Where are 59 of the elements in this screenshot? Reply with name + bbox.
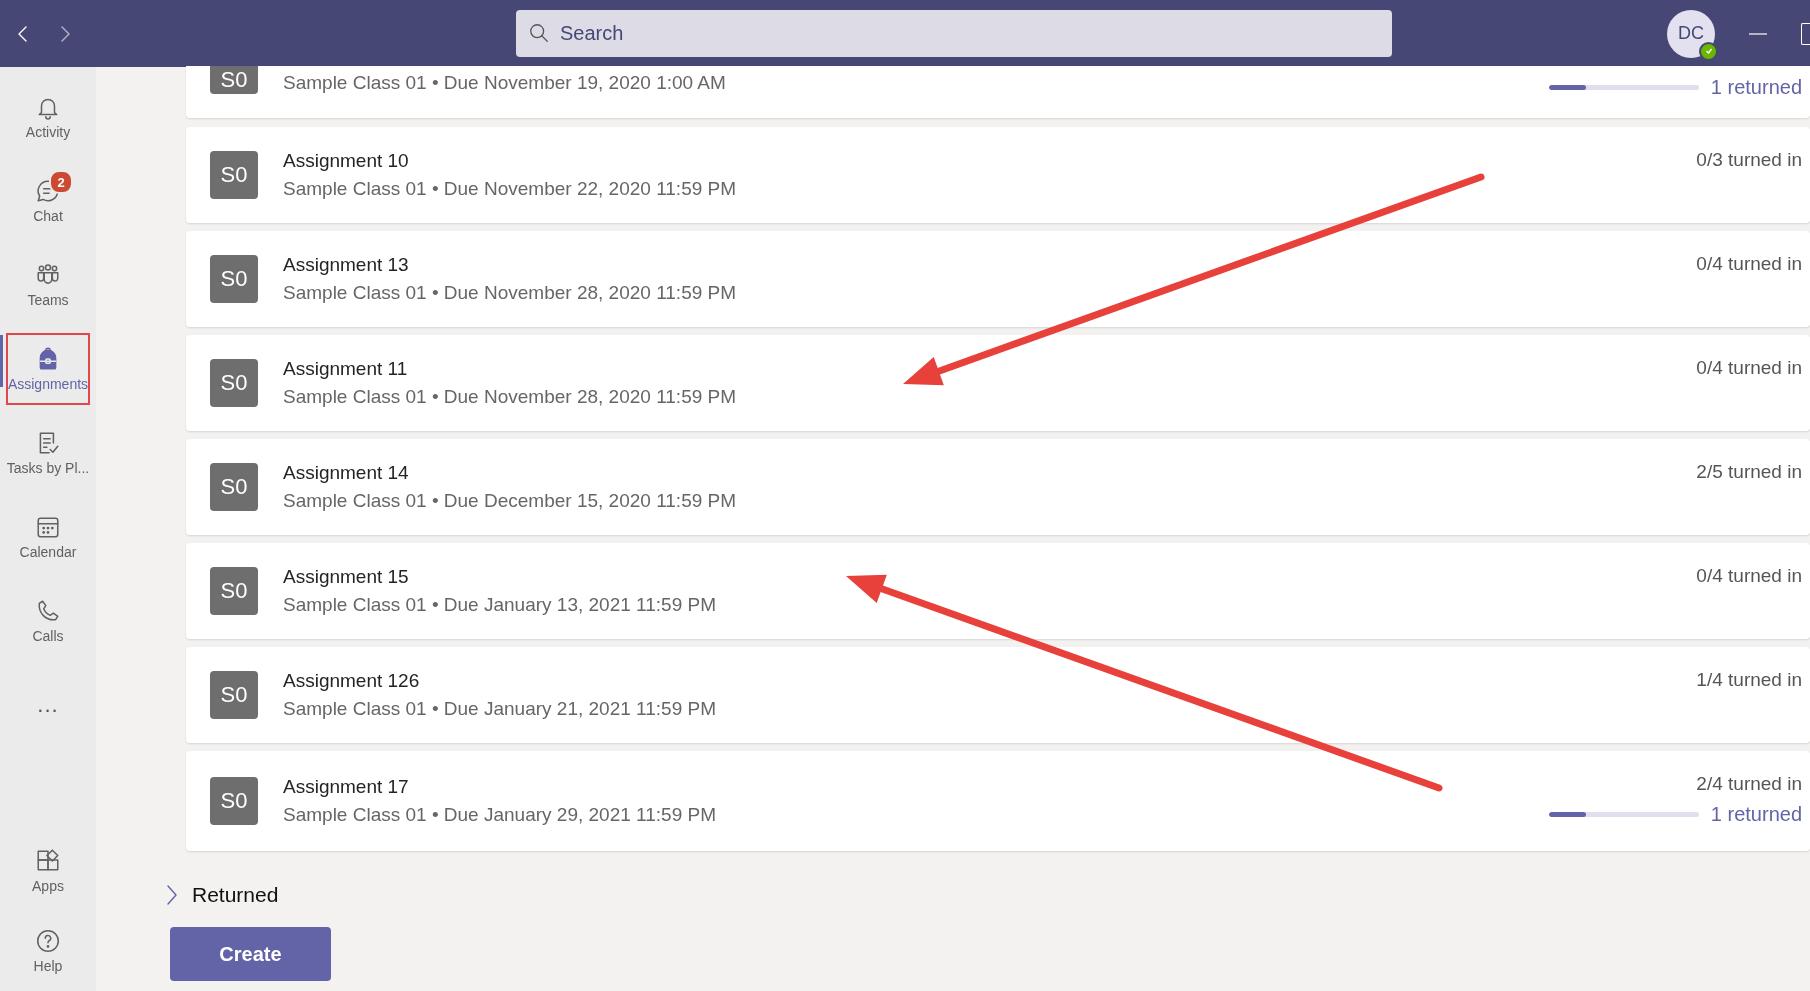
rail-item[interactable]: Calls xyxy=(0,579,96,663)
class-avatar: S0 xyxy=(210,66,258,94)
rail-item[interactable]: Activity xyxy=(0,75,96,159)
turned-in-count: 2/4 turned in xyxy=(1696,773,1802,795)
assignment-title: Assignment 126 xyxy=(283,670,421,692)
turned-in-count: 2/5 turned in xyxy=(1696,461,1802,483)
assignment-details: Sample Class 01 • Due January 13, 2021 11:59 PM xyxy=(283,594,717,616)
notification-badge: 2 xyxy=(49,170,73,194)
assignment-details: Sample Class 01 • Due January 21, 2021 11:59 PM xyxy=(283,698,717,720)
turned-in-count: 1/4 turned in xyxy=(1696,669,1802,691)
minimize-icon[interactable] xyxy=(1749,32,1767,35)
class-avatar: S0 xyxy=(210,777,258,825)
assignment-card[interactable]: S0 Assignment 15 Sample Class 01 • Due January 13, 2021 11:59 PM 0/4 turned in xyxy=(186,543,1810,639)
rail-item[interactable]: Apps xyxy=(0,831,96,911)
assignment-title: Assignment 11 xyxy=(283,358,409,380)
class-avatar: S0 xyxy=(210,463,258,511)
section-header[interactable]: Returned xyxy=(166,875,279,915)
assignment-card[interactable]: S0 Assignment 126 Sample Class 01 • Due January 21, 2021 11:59 PM 1/4 turned in xyxy=(186,647,1810,743)
class-avatar: S0 xyxy=(210,255,258,303)
turned-in-count: 0/4 turned in xyxy=(1696,253,1802,275)
assignment-card[interactable]: S0 Assignment 10 Sample Class 01 • Due November 22, 2020 11:59 PM 0/3 turned in xyxy=(186,127,1810,223)
user-avatar[interactable]: DC xyxy=(1667,9,1715,58)
class-avatar: S0 xyxy=(210,151,258,199)
rail-item[interactable]: Help xyxy=(0,911,96,991)
assignment-details: Sample Class 01 • Due January 29, 2021 11:59 PM xyxy=(283,804,717,826)
rail-item[interactable]: ... xyxy=(0,663,96,747)
assignment-details: Sample Class 01 • Due November 22, 2020 11:59 PM xyxy=(283,178,738,200)
assignment-title: Assignment 10 xyxy=(283,150,410,172)
turned-in-count: 0/4 turned in xyxy=(1696,357,1802,379)
assignment-card[interactable]: S0 Sample Class 01 • Due November 19, 2020 1:00 AM 1 returned xyxy=(186,66,1810,118)
assignment-card[interactable]: S0 Assignment 11 Sample Class 01 • Due November 28, 2020 11:59 PM 0/4 turned in xyxy=(186,335,1810,431)
rail-item[interactable]: Teams xyxy=(0,243,96,327)
assignment-card[interactable]: S0 Assignment 13 Sample Class 01 • Due November 28, 2020 11:59 PM 0/4 turned in xyxy=(186,231,1810,327)
rail-item[interactable]: Tasks by Pl... xyxy=(0,411,96,495)
assignment-title: Assignment 15 xyxy=(283,566,410,588)
assignment-details: Sample Class 01 • Due November 28, 2020 11:59 PM xyxy=(283,386,738,408)
class-avatar: S0 xyxy=(210,671,258,719)
class-avatar: S0 xyxy=(210,567,258,615)
assignment-title: Assignment 14 xyxy=(283,462,410,484)
returned-count[interactable]: 1 returned xyxy=(1710,76,1802,99)
rail-item[interactable]: Calendar xyxy=(0,495,96,579)
turned-in-count: 0/3 turned in xyxy=(1696,149,1802,171)
assignment-details: Sample Class 01 • Due November 19, 2020 1:00 AM xyxy=(283,72,727,94)
rail-item[interactable]: Assignments xyxy=(0,327,96,411)
assignment-card[interactable]: S0 Assignment 14 Sample Class 01 • Due December 15, 2020 11:59 PM 2/5 turned in xyxy=(186,439,1810,535)
assignment-title: Assignment 17 xyxy=(283,776,410,798)
search-field[interactable]: Search xyxy=(516,10,1392,57)
assignment-details: Sample Class 01 • Due November 28, 2020 11:59 PM xyxy=(283,282,738,304)
window-icon[interactable] xyxy=(1801,22,1810,45)
chevron-icon xyxy=(166,884,178,906)
assignment-title: Assignment 13 xyxy=(283,254,410,276)
class-avatar: S0 xyxy=(210,359,258,407)
rail-item[interactable]: 2 Chat xyxy=(0,159,96,243)
assignment-card[interactable]: S0 Assignment 17 Sample Class 01 • Due January 29, 2021 11:59 PM 2/4 turned in 1 returned xyxy=(186,751,1810,851)
create-button[interactable]: Create xyxy=(170,927,331,981)
returned-count[interactable]: 1 returned xyxy=(1710,803,1802,826)
help-icon xyxy=(35,928,61,954)
assignment-details: Sample Class 01 • Due December 15, 2020 11:59 PM xyxy=(283,490,738,512)
turned-in-count: 0/4 turned in xyxy=(1696,565,1802,587)
